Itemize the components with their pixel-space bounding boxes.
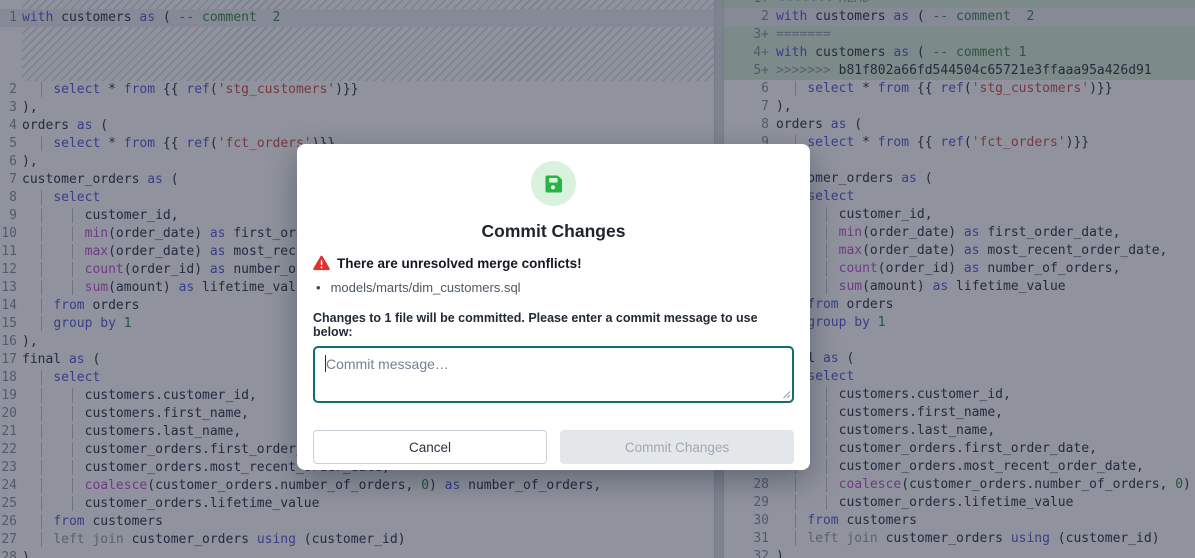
commit-instruction-label: Changes to 1 file will be committed. Ple… (313, 311, 794, 339)
text-cursor (325, 355, 326, 372)
merge-conflict-warning: There are unresolved merge conflicts! (337, 256, 582, 271)
resize-handle-icon[interactable] (781, 389, 791, 399)
save-floppy-icon (542, 172, 566, 196)
conflicted-file-path: models/marts/dim_customers.sql (331, 280, 521, 295)
commit-changes-button[interactable]: Commit Changes (560, 430, 794, 464)
modal-title: Commit Changes (297, 221, 810, 242)
commit-changes-modal: Commit Changes There are unresolved merg… (297, 144, 810, 470)
cancel-button[interactable]: Cancel (313, 430, 547, 464)
bullet-icon: • (316, 280, 321, 295)
ide-diff-view: 1with customers as ( -- comment 22 selec… (0, 0, 1195, 558)
conflicted-file-item: • models/marts/dim_customers.sql (313, 280, 794, 295)
warning-triangle-icon (313, 255, 330, 271)
commit-message-input[interactable] (313, 346, 794, 403)
save-icon-badge (531, 161, 576, 206)
